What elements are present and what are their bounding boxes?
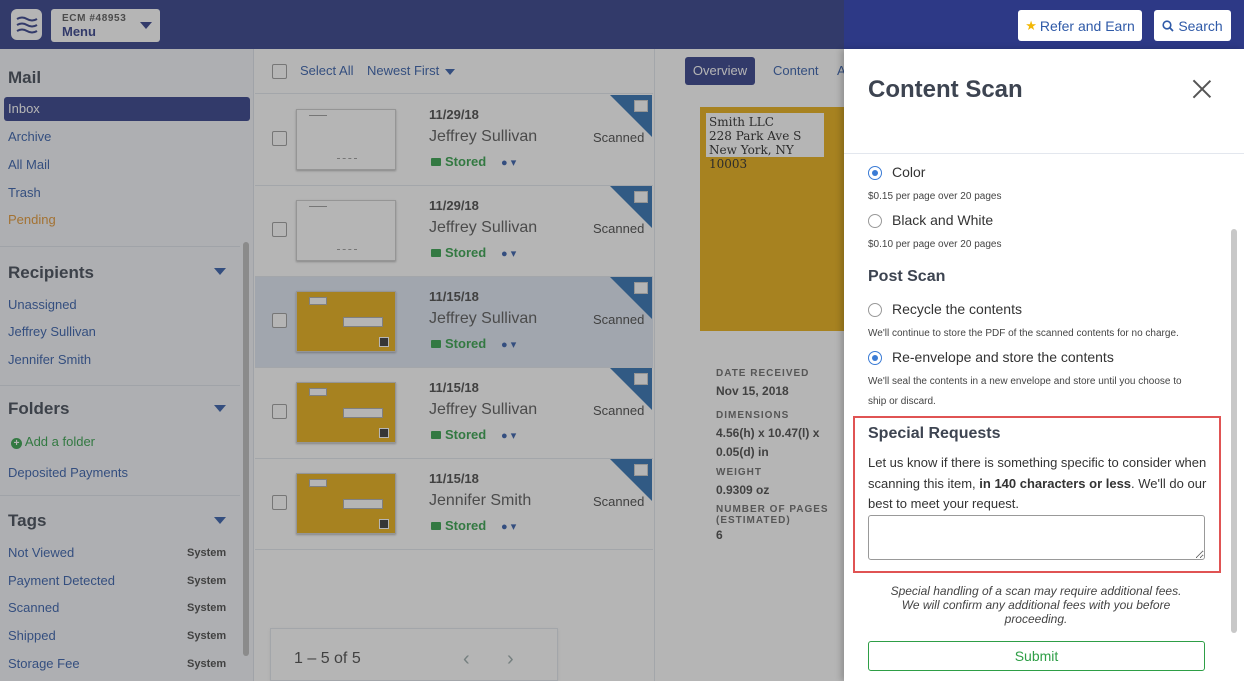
fees-note: Special handling of a scan may require a… (888, 584, 1184, 626)
search-button[interactable]: Search (1154, 10, 1231, 41)
color-label: Color (892, 164, 926, 180)
post-scan-title: Post Scan (868, 268, 946, 285)
black-white-note: $0.10 per page over 20 pages (868, 239, 1002, 250)
color-radio[interactable] (868, 166, 882, 180)
content-scan-panel: Content Scan Color $0.15 per page over 2… (844, 49, 1244, 681)
recycle-note: We'll continue to store the PDF of the s… (868, 328, 1179, 339)
modal-title: Content Scan (868, 76, 1023, 103)
star-icon: ★ (1025, 17, 1037, 33)
refer-and-earn-button[interactable]: ★ Refer and Earn (1018, 10, 1142, 41)
special-requests-input[interactable] (868, 515, 1205, 560)
black-white-label: Black and White (892, 212, 994, 228)
reenvelope-note-line1: We'll seal the contents in a new envelop… (868, 376, 1182, 387)
recycle-label: Recycle the contents (892, 301, 1022, 317)
close-icon[interactable] (1192, 79, 1212, 99)
modal-scrollbar[interactable] (1231, 229, 1237, 633)
recycle-radio[interactable] (868, 303, 882, 317)
special-requests-description: Let us know if there is something specif… (868, 453, 1208, 515)
search-label: Search (1178, 17, 1223, 34)
modal-backdrop[interactable] (0, 0, 844, 681)
reenvelope-note-line2: ship or discard. (868, 396, 936, 407)
black-white-radio[interactable] (868, 214, 882, 228)
fees-note-line1: Special handling of a scan may require a… (890, 584, 1182, 598)
reenvelope-radio[interactable] (868, 351, 882, 365)
search-icon (1162, 19, 1174, 32)
fees-note-line2: We will confirm any additional fees with… (901, 598, 1171, 626)
submit-button[interactable]: Submit (868, 641, 1205, 671)
reenvelope-label: Re-envelope and store the contents (892, 349, 1114, 365)
refer-label: Refer and Earn (1039, 17, 1135, 34)
divider (844, 153, 1244, 154)
special-requests-title: Special Requests (868, 425, 1001, 442)
character-limit: in 140 characters or less (979, 475, 1132, 491)
color-note: $0.15 per page over 20 pages (868, 191, 1002, 202)
